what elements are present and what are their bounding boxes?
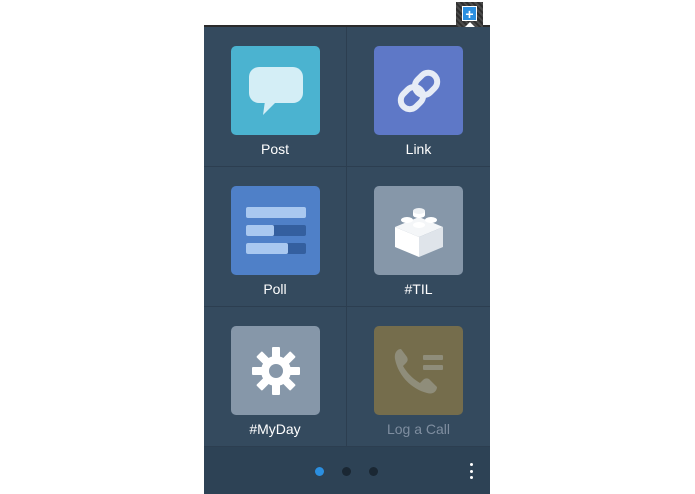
action-label-post: Post [260,141,289,157]
action-label-log-a-call: Log a Call [386,421,451,437]
publisher-trigger[interactable]: + [456,2,483,27]
myday-tile[interactable] [231,326,320,415]
log-a-call-tile [374,326,463,415]
plus-icon[interactable]: + [462,6,477,21]
phone-icon [394,348,443,394]
pager-bar [204,447,490,494]
kebab-menu-icon[interactable] [466,463,476,479]
gear-icon [251,346,300,395]
brick-icon [394,207,443,257]
page-indicator [315,467,378,476]
poll-tile[interactable] [231,186,320,275]
action-link[interactable]: Link [347,27,490,167]
action-grid: Post Link Poll #TIL #MyDay Log a Call [204,27,490,447]
page-dot-1[interactable] [315,467,324,476]
action-post[interactable]: Post [204,27,347,167]
action-poll[interactable]: Poll [204,167,347,307]
action-launcher-panel: Post Link Poll #TIL #MyDay Log a Call [204,27,490,494]
page-dot-3[interactable] [369,467,378,476]
action-label-link: Link [405,141,432,157]
action-label-poll: Poll [263,281,287,297]
poll-bars-icon [245,206,306,254]
til-tile[interactable] [374,186,463,275]
action-til[interactable]: #TIL [347,167,490,307]
page-dot-2[interactable] [342,467,351,476]
post-tile[interactable] [231,46,320,135]
action-log-a-call: Log a Call [347,307,490,447]
action-label-myday: #MyDay [249,421,301,437]
action-label-til: #TIL [404,281,433,297]
chain-link-icon [397,69,440,112]
speech-bubble-icon [248,66,303,115]
action-myday[interactable]: #MyDay [204,307,347,447]
link-tile[interactable] [374,46,463,135]
